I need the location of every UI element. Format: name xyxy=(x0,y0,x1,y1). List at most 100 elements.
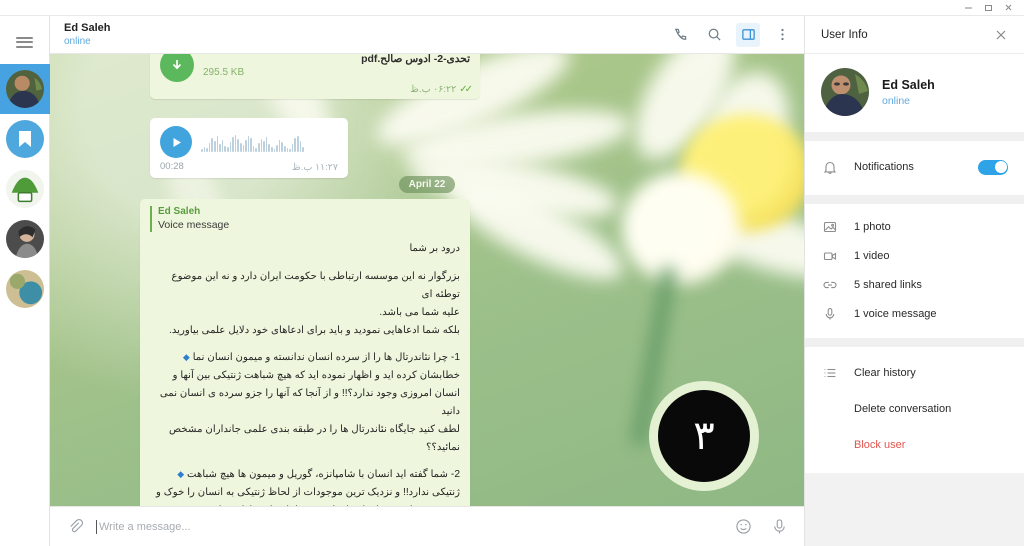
reply-quote[interactable]: Ed Saleh Voice message xyxy=(150,206,460,233)
message-voice[interactable]: 00:28 ۱۱:۲۷ ب.ظ xyxy=(150,118,348,178)
action-row-delete-conversation[interactable]: Delete conversation xyxy=(805,391,1024,427)
reply-preview: Voice message xyxy=(158,218,230,231)
play-icon[interactable] xyxy=(160,126,192,158)
user-info-identity: Ed Saleh online xyxy=(805,54,1024,132)
point-2-line-2: ژنتیکی ندارد!! و نزدیک ترین موجودات از ل… xyxy=(155,487,460,499)
message-timestamp: ۰۶:۲۲ ب.ظ xyxy=(410,84,457,95)
avatar[interactable] xyxy=(821,68,869,116)
download-arrow-icon[interactable] xyxy=(160,54,194,82)
text-caret xyxy=(96,519,97,534)
media-row-photos[interactable]: 1 photo xyxy=(805,212,1024,241)
main-body: Ed Saleh online تحدی-2- ادوس صالح.pdf 29… xyxy=(0,16,1024,546)
telegram-desktop-window: Ed Saleh online تحدی-2- ادوس صالح.pdf 29… xyxy=(0,0,1024,546)
message-point-2: 2- شما گفته اید انسان با شامپانزه، گوریل… xyxy=(150,466,460,506)
chat-header: Ed Saleh online xyxy=(50,16,804,54)
point-1-line-2: خطابشان کرده اید و اظهار نموده اید که هی… xyxy=(172,370,460,382)
media-row-videos[interactable]: 1 video xyxy=(805,241,1024,270)
message-input-placeholder: Write a message... xyxy=(99,520,191,533)
action-row-block-user[interactable]: Block user xyxy=(805,427,1024,463)
user-info-header: User Info xyxy=(805,16,1024,54)
message-file-pdf[interactable]: تحدی-2- ادوس صالح.pdf 295.5 KB ۰۶:۲۲ ب.ظ… xyxy=(150,54,480,99)
rail-item-saved-messages[interactable] xyxy=(0,114,50,164)
smiley-icon[interactable] xyxy=(732,516,754,538)
message-read-ticks: ✓✓ xyxy=(459,84,473,95)
chat-title: Ed Saleh xyxy=(64,21,111,34)
chat-status: online xyxy=(64,35,91,47)
notifications-section: Notifications xyxy=(805,141,1024,195)
action-label: Block user xyxy=(854,439,906,451)
point-1-line-1: 1- چرا نئاندرتال ها را از سرده انسان ندا… xyxy=(150,349,460,367)
file-size: 295.5 KB xyxy=(203,66,245,78)
panel-divider xyxy=(805,338,1024,347)
list-icon xyxy=(821,366,839,380)
notifications-label: Notifications xyxy=(854,161,914,173)
paragraph-1-line-3: بلکه شما ادعاهایی نمودید و باید برای ادع… xyxy=(168,324,460,336)
avatar xyxy=(5,70,44,108)
minimize-button[interactable] xyxy=(958,1,978,15)
close-icon[interactable] xyxy=(990,24,1012,46)
action-label: Delete conversation xyxy=(854,403,952,415)
toggle-info-panel-icon[interactable] xyxy=(736,22,760,47)
avatar xyxy=(5,220,44,258)
media-row-voice[interactable]: 1 voice message xyxy=(805,299,1024,328)
action-label: Clear history xyxy=(854,367,916,379)
date-divider: April 22 xyxy=(50,176,804,193)
reply-author: Ed Saleh xyxy=(158,206,201,217)
window-titlebar xyxy=(0,0,1024,16)
user-identity-text: Ed Saleh online xyxy=(882,78,935,107)
media-row-links[interactable]: 5 shared links xyxy=(805,270,1024,299)
more-options-icon[interactable] xyxy=(770,23,794,47)
phone-icon[interactable] xyxy=(668,23,692,47)
message-canvas: تحدی-2- ادوس صالح.pdf 295.5 KB ۰۶:۲۲ ب.ظ… xyxy=(50,54,804,506)
rail-item-chat-green[interactable] xyxy=(0,164,50,214)
action-row-clear-history[interactable]: Clear history xyxy=(805,355,1024,391)
bookmark-icon xyxy=(5,120,44,158)
message-greeting: درود بر شما xyxy=(409,243,460,255)
rail-item-chat-blue[interactable] xyxy=(0,264,50,314)
message-paragraph-1: بزرگوار نه این موسسه ارتباطی با حکومت ای… xyxy=(150,268,460,339)
photo-icon xyxy=(821,220,839,234)
user-actions-section: Clear history Delete conversation Block … xyxy=(805,347,1024,473)
point-1-text: 1- چرا نئاندرتال ها را از سرده انسان ندا… xyxy=(192,352,460,364)
message-main-text[interactable]: Ed Saleh Voice message درود بر شما بزرگو… xyxy=(140,199,470,506)
media-label: 5 shared links xyxy=(854,278,922,291)
composer-actions xyxy=(732,516,790,538)
rail-item-chat-ed-saleh[interactable] xyxy=(0,64,50,114)
hamburger-menu-icon[interactable] xyxy=(0,20,50,64)
point-1-line-5: نمائید؟؟ xyxy=(426,441,460,453)
date-label: April 22 xyxy=(398,176,456,193)
message-timestamp: ۱۱:۲۷ ب.ظ xyxy=(291,162,338,173)
conversation-column: Ed Saleh online تحدی-2- ادوس صالح.pdf 29… xyxy=(50,16,804,546)
close-button[interactable] xyxy=(998,1,1018,15)
avatar xyxy=(5,170,44,208)
panel-divider xyxy=(805,132,1024,141)
microphone-icon xyxy=(821,307,839,321)
video-icon xyxy=(821,249,839,263)
restore-button[interactable] xyxy=(978,1,998,15)
diamond-bullet-icon: ◆ xyxy=(182,352,190,363)
media-label: 1 video xyxy=(854,249,890,262)
search-icon[interactable] xyxy=(702,23,726,47)
chat-header-actions xyxy=(668,22,794,47)
notifications-row[interactable]: Notifications xyxy=(805,149,1024,185)
paperclip-icon[interactable] xyxy=(64,516,86,538)
point-2-text: 2- شما گفته اید انسان با شامپانزه، گوریل… xyxy=(186,469,460,481)
user-status: online xyxy=(882,94,911,107)
unread-count-badge[interactable]: ۳ xyxy=(658,390,750,482)
message-input[interactable]: Write a message... xyxy=(96,519,722,534)
media-label: 1 voice message xyxy=(854,307,937,320)
shared-media-section: 1 photo 1 video 5 shared links 1 voice m… xyxy=(805,204,1024,338)
user-info-panel: User Info Ed Saleh online Notifications … xyxy=(804,16,1024,546)
avatar xyxy=(5,270,44,308)
rail-item-chat-woman[interactable] xyxy=(0,214,50,264)
voice-waveform[interactable] xyxy=(201,133,338,152)
chat-header-title[interactable]: Ed Saleh online xyxy=(64,22,668,47)
message-composer: Write a message... xyxy=(50,506,804,546)
paragraph-1-line-1: بزرگوار نه این موسسه ارتباطی با حکومت ای… xyxy=(171,270,460,300)
bell-icon xyxy=(821,160,839,175)
point-2-line-1: 2- شما گفته اید انسان با شامپانزه، گوریل… xyxy=(150,466,460,484)
point-1-line-3: انسان امروزی وجود ندارد؟!! و از آنجا که … xyxy=(159,388,460,417)
microphone-icon[interactable] xyxy=(768,516,790,538)
file-name: تحدی-2- ادوس صالح.pdf xyxy=(361,54,470,65)
notifications-toggle[interactable] xyxy=(978,159,1008,175)
